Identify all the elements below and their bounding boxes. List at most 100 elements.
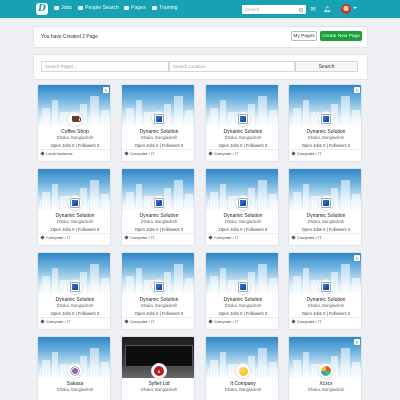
page-location: Dhaka, Bangladesh xyxy=(140,387,178,392)
page-category-label: Computer / IT xyxy=(46,235,71,240)
page-location: Dhaka, Bangladesh xyxy=(307,135,345,140)
page-location: Dhaka, Bangladesh xyxy=(224,303,262,308)
page-card[interactable]: Dynamic Solution Dhaka, Bangladesh Open Jo… xyxy=(121,168,195,246)
mail-icon[interactable]: ✉ xyxy=(309,5,317,13)
flag-icon xyxy=(124,6,129,10)
page-card[interactable]: Dynamic Solution Dhaka, Bangladesh Open Jo… xyxy=(121,252,195,330)
cube-logo[interactable] xyxy=(151,279,167,295)
cube-logo[interactable] xyxy=(235,195,251,211)
tag-icon xyxy=(208,235,213,240)
page-card[interactable]: Dynamic Solution Dhaka, Bangladesh Open Jo… xyxy=(205,252,279,330)
nav-label: People Search xyxy=(85,5,120,11)
page-stats: Open Jobs 0 | Followers 0 xyxy=(134,311,184,316)
page-category: Computer / IT xyxy=(206,233,278,241)
page-category: Computer / IT xyxy=(289,317,361,325)
page-stats: Open Jobs 0 | Followers 0 xyxy=(218,227,268,232)
edit-icon[interactable]: ✎ xyxy=(354,87,360,93)
page-card[interactable]: Dynamic Solution Dhaka, Bangladesh Open Jo… xyxy=(37,252,111,330)
edit-icon[interactable]: ✎ xyxy=(103,87,109,93)
page-card[interactable]: ✎ Dynamic Solution Dhaka, Bangladesh Open J… xyxy=(288,252,362,330)
graduation-cap-icon xyxy=(152,6,157,10)
cube-logo[interactable] xyxy=(235,111,251,127)
page-stats: Open Jobs 0 | Followers 0 xyxy=(218,311,268,316)
page-location: Dhaka, Bangladesh xyxy=(140,303,178,308)
search-button[interactable]: Search xyxy=(295,61,358,72)
page-card[interactable]: ✎ Xcxcx Dhaka, Bangladesh xyxy=(288,336,362,400)
page-card[interactable]: Sakasa Dhaka, Bangladesh xyxy=(37,336,111,400)
page-category: Local business xyxy=(38,149,110,157)
tag-icon xyxy=(291,319,296,324)
page-category: Computer / IT xyxy=(289,233,361,241)
page-stats: Open Jobs 0 | Followers 0 xyxy=(301,311,351,316)
page-card[interactable]: It Company Dhaka, Bangladesh xyxy=(205,336,279,400)
my-pages-button[interactable]: My Pages xyxy=(291,31,317,41)
page-stats: Open Jobs 0 | Followers 0 xyxy=(50,143,100,148)
page-card[interactable]: Dynamic Solution Dhaka, Bangladesh Open Jo… xyxy=(205,168,279,246)
coffee-cup-logo[interactable] xyxy=(67,111,83,127)
nav-jobs[interactable]: Jobs xyxy=(54,5,72,11)
page-card[interactable]: ✎ Coffee Shop Dhaka, Bangladesh Open Jobs 0… xyxy=(37,84,111,162)
page-card[interactable]: Dynamic Solution Dhaka, Bangladesh Open Jo… xyxy=(205,84,279,162)
nav-pages[interactable]: Pages xyxy=(124,5,146,11)
page-stats: Open Jobs 0 | Followers 0 xyxy=(134,227,184,232)
search-pages-input[interactable]: Search Pages... xyxy=(41,61,169,72)
page-card[interactable]: ✎ Dynamic Solution Dhaka, Bangladesh Open J… xyxy=(288,84,362,162)
search-placeholder: Search xyxy=(245,7,260,12)
top-navbar: D Jobs People Search Pages Training Sear… xyxy=(0,0,400,18)
page-category: Computer / IT xyxy=(206,149,278,157)
page-category-label: Computer / IT xyxy=(130,235,155,240)
tag-icon xyxy=(40,319,45,324)
cube-logo[interactable] xyxy=(151,195,167,211)
page-category-label: Computer / IT xyxy=(130,151,155,156)
circle-logo[interactable] xyxy=(67,363,83,379)
page-category-label: Computer / IT xyxy=(297,235,322,240)
page-location: Dhaka, Bangladesh xyxy=(56,219,94,224)
nav-label: Jobs xyxy=(61,5,72,11)
edit-icon[interactable]: ✎ xyxy=(354,339,360,345)
briefcase-icon xyxy=(54,6,59,10)
page-location: Dhaka, Bangladesh xyxy=(307,219,345,224)
page-location: Dhaka, Bangladesh xyxy=(140,219,178,224)
page-card[interactable]: Dynamic Solution Dhaka, Bangladesh Open Jo… xyxy=(288,168,362,246)
page-category-label: Computer / IT xyxy=(214,151,239,156)
app-logo[interactable]: D xyxy=(36,3,48,15)
created-pages-text: You have Created 2 Page xyxy=(41,34,99,40)
page-category: Computer / IT xyxy=(38,233,110,241)
search-icon[interactable] xyxy=(299,7,303,12)
avatar[interactable] xyxy=(341,4,351,14)
page-card[interactable]: S Syftet Ltd Dhaka, Bangladesh xyxy=(121,336,195,400)
bell-icon[interactable]: 🔔︎ xyxy=(323,5,331,13)
edit-icon[interactable]: ✎ xyxy=(354,255,360,261)
nav-people-search[interactable]: People Search xyxy=(78,5,119,11)
cube-logo[interactable] xyxy=(67,195,83,211)
cube-logo[interactable] xyxy=(318,279,334,295)
page-category: Computer / IT xyxy=(122,233,194,241)
color-ring-logo[interactable] xyxy=(318,363,334,379)
search-input[interactable]: Search xyxy=(242,5,306,14)
emoji-logo[interactable] xyxy=(235,363,251,379)
tag-icon xyxy=(208,319,213,324)
tag-icon xyxy=(124,319,129,324)
cube-logo[interactable] xyxy=(67,279,83,295)
cube-logo[interactable] xyxy=(318,111,334,127)
page-card[interactable]: Dynamic Solution Dhaka, Bangladesh Open Jo… xyxy=(121,84,195,162)
page-category: Computer / IT xyxy=(122,149,194,157)
cube-logo[interactable] xyxy=(235,279,251,295)
cube-logo[interactable] xyxy=(151,111,167,127)
page-category-label: Local business xyxy=(46,151,73,156)
brand-logo[interactable]: S xyxy=(151,363,167,379)
page-category-label: Computer / IT xyxy=(214,235,239,240)
search-location-input[interactable]: Search Location... xyxy=(169,61,295,72)
page-card[interactable]: Dynamic Solution Dhaka, Bangladesh Open Jo… xyxy=(37,168,111,246)
cube-logo[interactable] xyxy=(318,195,334,211)
page-category-label: Computer / IT xyxy=(297,151,322,156)
chevron-down-icon[interactable] xyxy=(353,7,357,9)
page-stats: Open Jobs 0 | Followers 0 xyxy=(301,143,351,148)
page-stats: Open Jobs 0 | Followers 0 xyxy=(301,227,351,232)
page-category: Computer / IT xyxy=(38,317,110,325)
page-location: Dhaka, Bangladesh xyxy=(56,135,94,140)
nav-training[interactable]: Training xyxy=(152,5,178,11)
page-stats: Open Jobs 0 | Followers 0 xyxy=(50,227,100,232)
create-new-page-button[interactable]: Create New Page xyxy=(320,31,362,41)
nav-label: Pages xyxy=(131,5,146,11)
